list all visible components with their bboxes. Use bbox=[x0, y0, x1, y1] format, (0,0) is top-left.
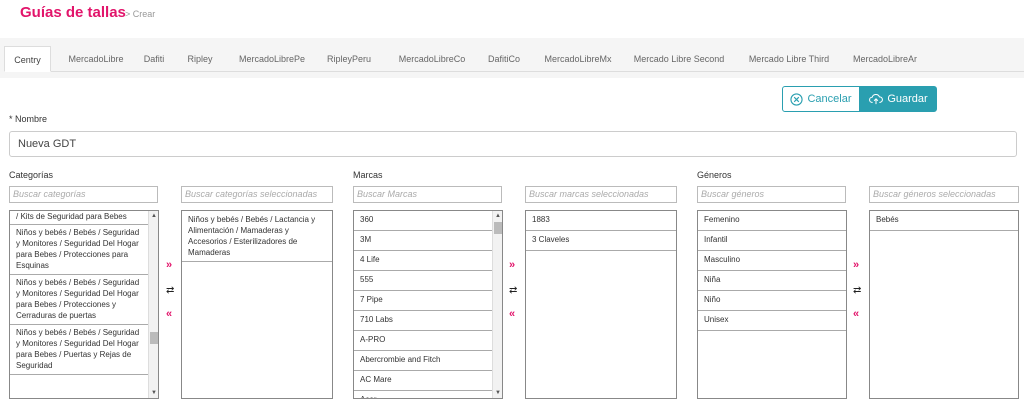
marcas-selected-list[interactable]: 1883 3 Claveles bbox=[525, 210, 677, 399]
tab-dafitico[interactable]: DafitiCo bbox=[480, 46, 528, 72]
cancel-label: Cancelar bbox=[807, 93, 852, 105]
tab-mercadolibrear[interactable]: MercadoLibreAr bbox=[846, 46, 924, 72]
list-item[interactable]: Unisex bbox=[698, 311, 846, 331]
list-item[interactable]: 710 Labs bbox=[354, 311, 492, 331]
list-item[interactable]: Acer bbox=[354, 391, 492, 398]
cancel-button[interactable]: Cancelar bbox=[782, 86, 860, 112]
list-item[interactable]: 360 bbox=[354, 211, 492, 231]
categorias-available-list[interactable]: / Kits de Seguridad para Bebes Niños y b… bbox=[9, 210, 159, 399]
add-categorias-icon[interactable]: » bbox=[166, 259, 172, 271]
list-item[interactable]: Niño bbox=[698, 291, 846, 311]
scroll-thumb[interactable] bbox=[150, 332, 158, 344]
list-item[interactable]: Niños y bebés / Bebés / Lactancia y Alim… bbox=[182, 211, 332, 262]
remove-generos-icon[interactable]: « bbox=[853, 308, 859, 320]
page-header: Guías de tallas > Crear bbox=[0, 0, 1024, 38]
list-item[interactable]: A-PRO bbox=[354, 331, 492, 351]
add-generos-icon[interactable]: » bbox=[853, 259, 859, 271]
marcas-scrollbar[interactable]: ▲ ▼ bbox=[492, 211, 502, 398]
list-item[interactable]: 4 Life bbox=[354, 251, 492, 271]
nombre-input[interactable]: Nueva GDT bbox=[9, 131, 1017, 157]
tab-mercadolibre[interactable]: MercadoLibre bbox=[56, 46, 136, 72]
list-item[interactable]: Infantil bbox=[698, 231, 846, 251]
tab-centry[interactable]: Centry bbox=[4, 46, 51, 72]
marcas-label: Marcas bbox=[353, 170, 383, 180]
list-item[interactable]: 1883 bbox=[526, 211, 676, 231]
tab-mercado-libre-third[interactable]: Mercado Libre Third bbox=[742, 46, 836, 72]
cloud-upload-icon bbox=[869, 93, 884, 105]
generos-selected-search-input[interactable]: Buscar géneros seleccionadas bbox=[869, 186, 1019, 203]
swap-generos-icon[interactable]: ⇄ bbox=[853, 285, 861, 296]
swap-categorias-icon[interactable]: ⇄ bbox=[166, 285, 174, 296]
breadcrumb: > Crear bbox=[125, 9, 156, 19]
remove-marcas-icon[interactable]: « bbox=[509, 308, 515, 320]
scroll-down-icon[interactable]: ▼ bbox=[150, 389, 158, 397]
generos-selected-list[interactable]: Bebés bbox=[869, 210, 1019, 399]
list-item[interactable]: Abercrombie and Fitch bbox=[354, 351, 492, 371]
categorias-selected-search-input[interactable]: Buscar categorías seleccionadas bbox=[181, 186, 333, 203]
swap-marcas-icon[interactable]: ⇄ bbox=[509, 285, 517, 296]
scroll-up-icon[interactable]: ▲ bbox=[494, 212, 502, 220]
list-item[interactable]: Bebés bbox=[870, 211, 1018, 231]
tab-mercado-libre-second[interactable]: Mercado Libre Second bbox=[628, 46, 730, 72]
tab-ripley[interactable]: Ripley bbox=[181, 46, 219, 72]
page-title: Guías de tallas bbox=[20, 4, 126, 21]
scroll-down-icon[interactable]: ▼ bbox=[494, 389, 502, 397]
categorias-search-input[interactable]: Buscar categorías bbox=[9, 186, 158, 203]
marcas-available-list[interactable]: 360 3M 4 Life 555 7 Pipe 710 Labs A-PRO … bbox=[353, 210, 503, 399]
save-button[interactable]: Guardar bbox=[860, 86, 937, 112]
save-label: Guardar bbox=[887, 93, 928, 105]
list-item[interactable]: 3M bbox=[354, 231, 492, 251]
scroll-up-icon[interactable]: ▲ bbox=[150, 212, 158, 220]
list-item[interactable]: Femenino bbox=[698, 211, 846, 231]
marcas-search-input[interactable]: Buscar Marcas bbox=[353, 186, 502, 203]
categorias-label: Categorías bbox=[9, 170, 54, 180]
list-item[interactable]: / Kits de Seguridad para Bebes bbox=[10, 211, 148, 225]
tab-dafiti[interactable]: Dafiti bbox=[138, 46, 170, 72]
add-marcas-icon[interactable]: » bbox=[509, 259, 515, 271]
list-item[interactable]: Niños y bebés / Bebés / Seguridad y Moni… bbox=[10, 225, 148, 275]
remove-categorias-icon[interactable]: « bbox=[166, 308, 172, 320]
list-item[interactable]: 555 bbox=[354, 271, 492, 291]
generos-search-input[interactable]: Buscar géneros bbox=[697, 186, 846, 203]
categorias-scrollbar[interactable]: ▲ ▼ bbox=[148, 211, 158, 398]
categorias-selected-list[interactable]: Niños y bebés / Bebés / Lactancia y Alim… bbox=[181, 210, 333, 399]
tab-mercadolibreco[interactable]: MercadoLibreCo bbox=[390, 46, 474, 72]
generos-available-list[interactable]: Femenino Infantil Masculino Niña Niño Un… bbox=[697, 210, 847, 399]
list-item[interactable]: Niños y bebés / Bebés / Seguridad y Moni… bbox=[10, 275, 148, 325]
list-item[interactable]: 3 Claveles bbox=[526, 231, 676, 251]
generos-label: Géneros bbox=[697, 170, 732, 180]
list-item[interactable]: 7 Pipe bbox=[354, 291, 492, 311]
list-item[interactable]: Niños y bebés / Bebés / Seguridad y Moni… bbox=[10, 325, 148, 375]
marcas-selected-search-input[interactable]: Buscar marcas seleccionadas bbox=[525, 186, 677, 203]
list-item[interactable]: Niña bbox=[698, 271, 846, 291]
list-item[interactable]: Masculino bbox=[698, 251, 846, 271]
tab-mercadolibrepe[interactable]: MercadoLibrePe bbox=[232, 46, 312, 72]
tab-ripleyperu[interactable]: RipleyPeru bbox=[322, 46, 376, 72]
tab-mercadolibremx[interactable]: MercadoLibreMx bbox=[536, 46, 620, 72]
nombre-label: * Nombre bbox=[9, 114, 48, 124]
marketplace-tabs: Centry MercadoLibre Dafiti Ripley Mercad… bbox=[4, 46, 1024, 72]
scroll-thumb[interactable] bbox=[494, 222, 502, 234]
list-item[interactable]: AC Mare bbox=[354, 371, 492, 391]
cancel-circle-icon bbox=[790, 92, 804, 106]
